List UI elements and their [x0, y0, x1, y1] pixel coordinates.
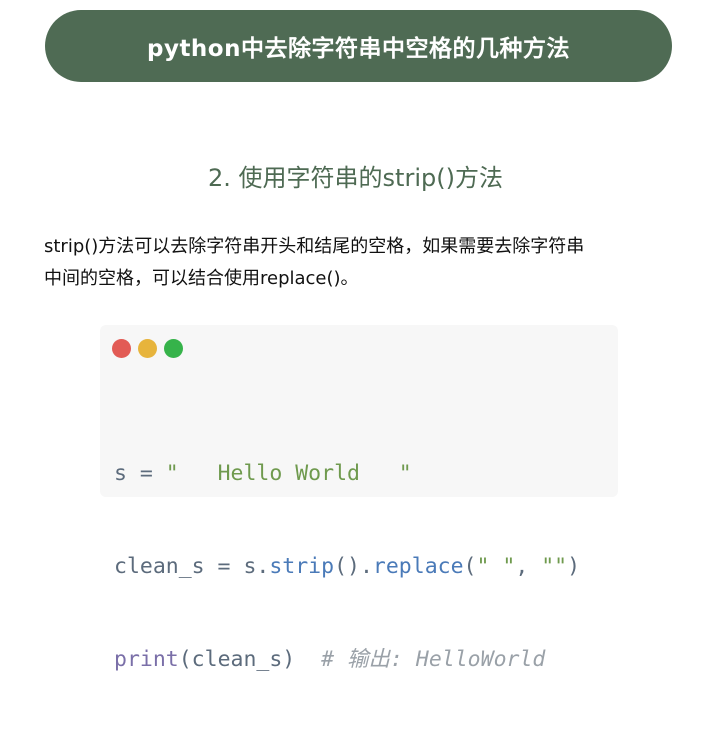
close-dot-icon	[112, 339, 131, 358]
code-token: (clean_s)	[178, 647, 296, 672]
code-line-1: s = " Hello World "	[114, 458, 580, 489]
code-token: ,	[515, 554, 542, 579]
banner-title: python中去除字符串中空格的几种方法	[146, 36, 570, 62]
code-token: )	[567, 554, 581, 579]
title-banner: python中去除字符串中空格的几种方法	[45, 10, 672, 82]
window-controls	[112, 339, 190, 358]
code-token: (	[463, 554, 477, 579]
code-spacer	[295, 647, 321, 672]
maximize-dot-icon	[164, 339, 183, 358]
code-token: =	[204, 554, 244, 579]
description-paragraph: strip()方法可以去除字符串开头和结尾的空格，如果需要去除字符串 中间的空格…	[44, 231, 684, 295]
code-token: " Hello World "	[165, 461, 412, 486]
code-token: print	[114, 647, 179, 672]
code-token: strip	[269, 554, 335, 579]
code-token: replace	[372, 554, 464, 579]
code-block: s = " Hello World " clean_s = s.strip().…	[114, 396, 580, 737]
code-token: =	[126, 461, 166, 486]
minimize-dot-icon	[138, 339, 157, 358]
section-heading: 2. 使用字符串的strip()方法	[208, 164, 503, 192]
code-token: s	[114, 461, 127, 486]
code-token: ""	[541, 554, 568, 579]
code-token: clean_s	[114, 554, 205, 579]
code-line-3: print(clean_s) # 输出: HelloWorld	[114, 644, 580, 675]
code-token: " "	[476, 554, 516, 579]
code-token: s.	[243, 554, 270, 579]
code-token: ().	[334, 554, 373, 579]
code-comment: # 输出: HelloWorld	[321, 647, 546, 672]
code-window: s = " Hello World " clean_s = s.strip().…	[100, 325, 618, 672]
code-line-2: clean_s = s.strip().replace(" ", "")	[114, 551, 580, 582]
paragraph-line-1: strip()方法可以去除字符串开头和结尾的空格，如果需要去除字符串	[44, 236, 585, 257]
paragraph-line-2: 中间的空格，可以结合使用replace()。	[44, 268, 359, 289]
